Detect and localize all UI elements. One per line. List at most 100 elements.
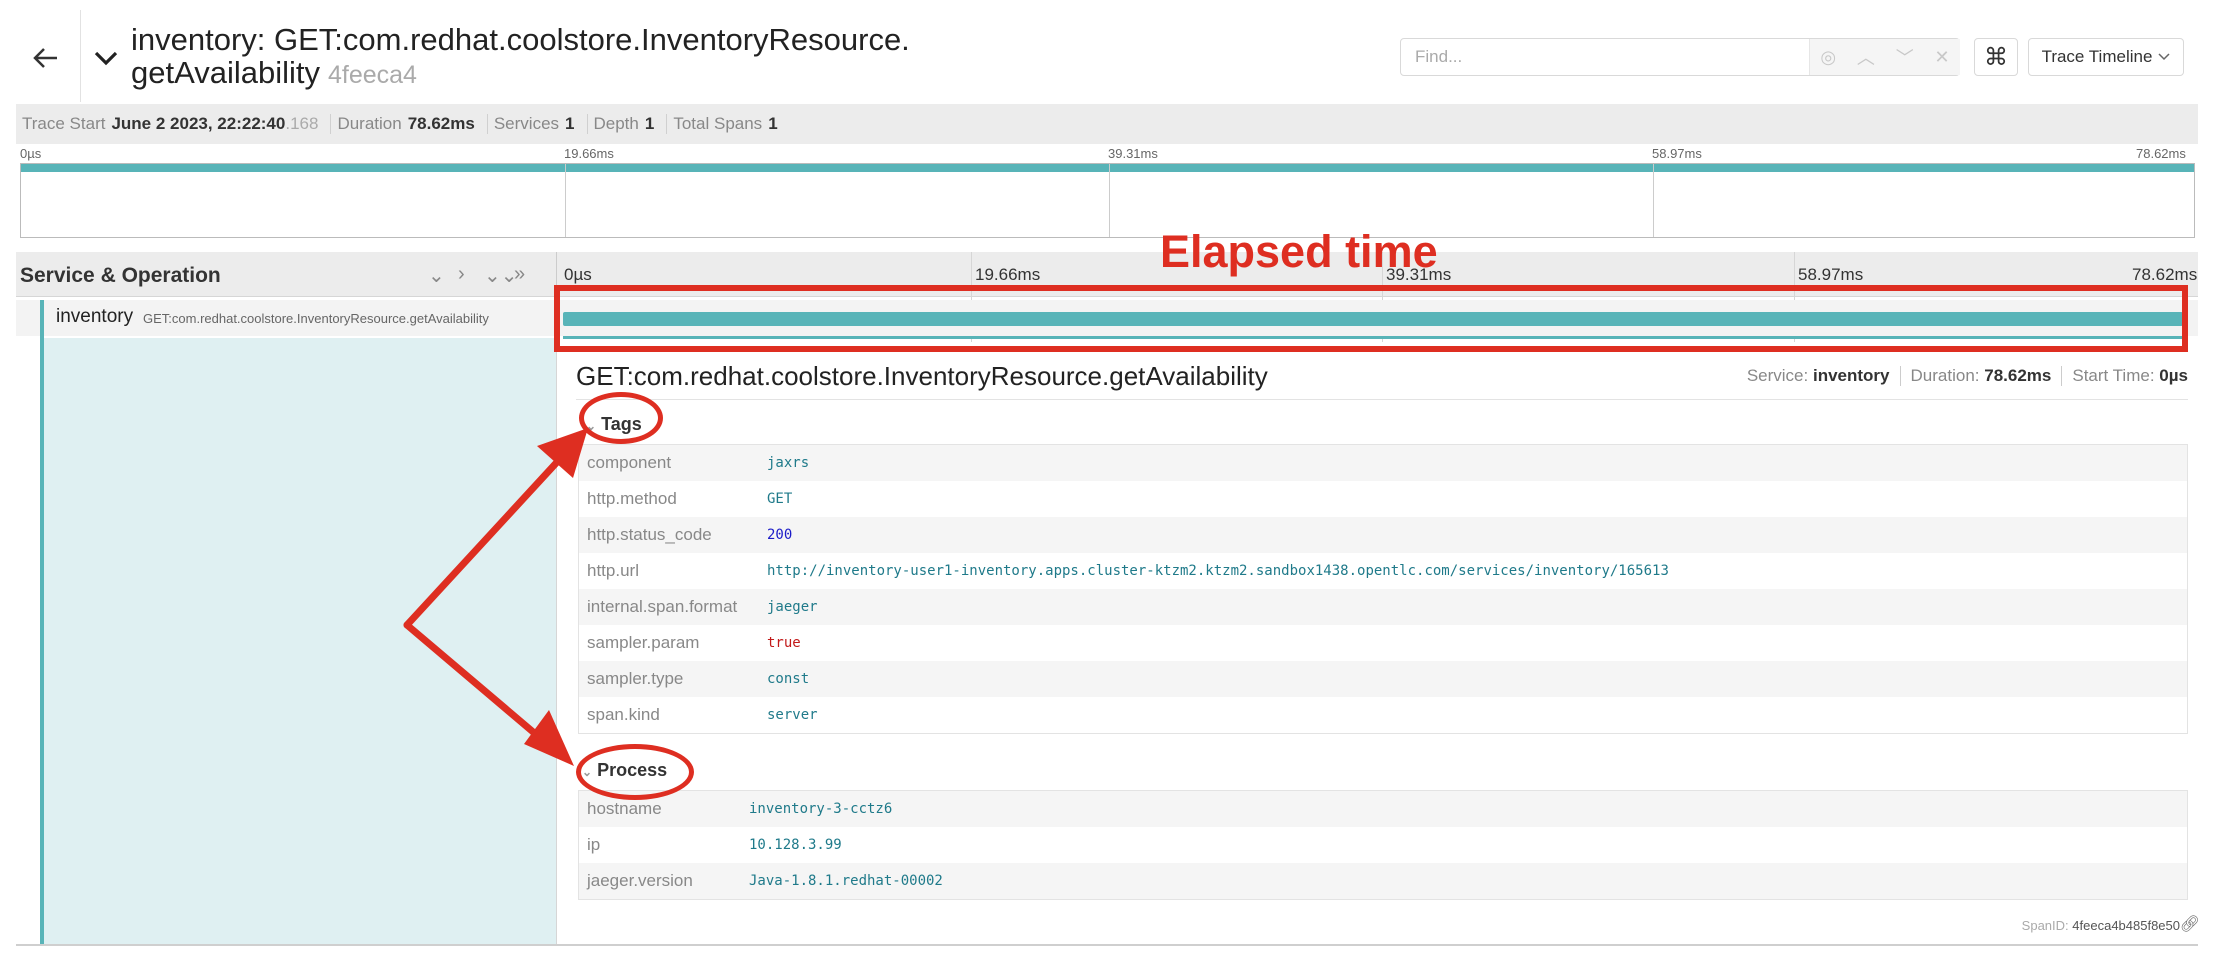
- tag-key: sampler.type: [587, 669, 684, 688]
- timeline-tick: 0µs: [564, 265, 592, 284]
- trace-start: Trace Start June 2 2023, 22:22:40.168: [16, 114, 332, 134]
- minimap-tick: 78.62ms: [2136, 146, 2186, 161]
- trace-start-label: Trace Start: [22, 114, 106, 133]
- tag-value: jaeger: [767, 599, 818, 615]
- link-icon[interactable]: 🔗︎: [2180, 914, 2200, 934]
- trace-minimap[interactable]: [20, 163, 2195, 238]
- duration-label: Duration: [337, 114, 402, 133]
- tag-row: http.url http://inventory-user1-inventory…: [579, 553, 2187, 589]
- elapsed-time-highlight-box: [554, 285, 2188, 352]
- tag-key: internal.span.format: [587, 597, 738, 616]
- collapse-all-icon[interactable]: ⌄⌄: [484, 263, 518, 288]
- tag-value: const: [767, 671, 810, 687]
- find-box: ◎ ︿ ﹀ ✕: [1400, 38, 1960, 76]
- locate-icon[interactable]: ◎: [1820, 47, 1836, 68]
- tag-value: server: [767, 707, 818, 723]
- minimap-gridline: [565, 164, 566, 237]
- tag-value-link[interactable]: http://inventory-user1-inventory.apps.cl…: [767, 563, 1669, 579]
- process-value: 10.128.3.99: [749, 837, 842, 853]
- service-operation-label: Service & Operation: [20, 264, 221, 287]
- find-input[interactable]: [1401, 39, 1837, 75]
- back-button[interactable]: [28, 40, 64, 76]
- process-row: hostname inventory-3-cctz6: [579, 791, 2187, 827]
- process-key: jaeger.version: [587, 871, 693, 890]
- tag-row: sampler.param true: [579, 625, 2187, 661]
- close-icon[interactable]: ✕: [1935, 47, 1950, 68]
- keyboard-shortcuts-button[interactable]: ⌘: [1974, 38, 2018, 76]
- timeline-tick: 19.66ms: [975, 265, 1041, 284]
- tag-key: span.kind: [587, 705, 660, 724]
- span-id-value: 4feeca4b485f8e50: [2072, 918, 2180, 933]
- depth-value: 1: [644, 114, 655, 133]
- trace-depth: Depth 1: [588, 114, 668, 134]
- tag-key: component: [587, 453, 672, 472]
- trace-title-line1: inventory: GET:com.redhat.coolstore.Inve…: [131, 22, 910, 57]
- detail-service-label: Service:: [1746, 366, 1809, 385]
- minimap-tick: 58.97ms: [1652, 146, 1702, 161]
- trace-info-bar: Trace Start June 2 2023, 22:22:40.168 Du…: [16, 104, 2198, 144]
- duration-value: 78.62ms: [407, 114, 475, 133]
- collapse-one-icon[interactable]: ⌄: [428, 263, 445, 288]
- minimap-tick: 0µs: [20, 146, 42, 161]
- find-controls: ◎ ︿ ﹀ ✕: [1809, 39, 1960, 75]
- trace-start-ms: .168: [285, 114, 319, 133]
- arrow-left-icon: [33, 48, 57, 68]
- detail-service-value: inventory: [1812, 366, 1890, 385]
- chevron-down-icon[interactable]: ﹀: [1896, 44, 1914, 70]
- span-service-name[interactable]: inventory: [56, 306, 133, 328]
- process-value: inventory-3-cctz6: [749, 801, 893, 817]
- view-mode-select[interactable]: Trace Timeline: [2028, 38, 2184, 76]
- process-value: Java-1.8.1.redhat-00002: [749, 873, 943, 889]
- process-row: ip 10.128.3.99: [579, 827, 2187, 863]
- tag-key: sampler.param: [587, 633, 700, 652]
- tag-value: true: [767, 635, 801, 651]
- depth-label: Depth: [593, 114, 639, 133]
- trace-total-spans: Total Spans 1: [667, 114, 789, 134]
- timeline-tick: 78.62ms: [2132, 265, 2198, 284]
- span-operation-name[interactable]: GET:com.redhat.coolstore.InventoryResour…: [143, 311, 489, 326]
- chevron-down-icon: [2158, 53, 2170, 61]
- tag-row: sampler.type const: [579, 661, 2187, 697]
- total-spans-label: Total Spans: [673, 114, 763, 133]
- tag-row: component jaxrs: [579, 445, 2187, 481]
- trace-title-operation: getAvailability: [131, 55, 320, 90]
- process-highlight-circle: [576, 744, 694, 800]
- expand-all-icon[interactable]: »: [514, 263, 525, 286]
- detail-duration-value: 78.62ms: [1984, 366, 2052, 385]
- minimap-gridline: [1653, 164, 1654, 237]
- total-spans-value: 1: [768, 114, 778, 133]
- timeline-tick: 58.97ms: [1798, 265, 1864, 284]
- collapse-trace-toggle[interactable]: [92, 44, 120, 72]
- trace-id: 4feeca4: [327, 61, 417, 89]
- elapsed-time-annotation: Elapsed time: [1160, 226, 1438, 277]
- command-icon: ⌘: [1984, 43, 2008, 71]
- span-indent-bar: [40, 300, 44, 945]
- detail-divider: [556, 338, 557, 945]
- chevron-down-icon: [94, 51, 118, 66]
- span-detail-title: GET:com.redhat.coolstore.InventoryResour…: [576, 361, 1268, 391]
- span-detail-meta: Service: inventory Duration: 78.62ms Sta…: [1737, 366, 2188, 386]
- tag-row: internal.span.format jaeger: [579, 589, 2187, 625]
- bottom-border: [16, 944, 2198, 946]
- trace-start-value: June 2 2023, 22:22:40: [111, 114, 286, 133]
- tag-key: http.status_code: [587, 525, 712, 544]
- tag-key: http.url: [587, 561, 639, 580]
- tags-highlight-circle: [579, 392, 663, 444]
- detail-duration-label: Duration:: [1910, 366, 1980, 385]
- process-key: ip: [587, 835, 601, 854]
- services-value: 1: [565, 114, 575, 133]
- trace-services: Services 1: [488, 114, 588, 134]
- tag-key: http.method: [587, 489, 677, 508]
- detail-start-label: Start Time:: [2072, 366, 2155, 385]
- services-label: Services: [493, 114, 560, 133]
- tag-value: GET: [767, 491, 793, 507]
- process-table: hostname inventory-3-cctz6 ip 10.128.3.99 …: [578, 790, 2188, 900]
- process-row: jaeger.version Java-1.8.1.redhat-00002: [579, 863, 2187, 899]
- detail-start-time: Start Time: 0µs: [2062, 366, 2188, 386]
- tag-value: 200: [767, 527, 793, 543]
- expand-one-icon[interactable]: ›: [458, 263, 465, 286]
- chevron-up-icon[interactable]: ︿: [1857, 44, 1875, 70]
- minimap-tick: 39.31ms: [1108, 146, 1158, 161]
- tag-row: span.kind server: [579, 697, 2187, 733]
- tags-table: component jaxrs http.method GET http.statu…: [578, 444, 2188, 734]
